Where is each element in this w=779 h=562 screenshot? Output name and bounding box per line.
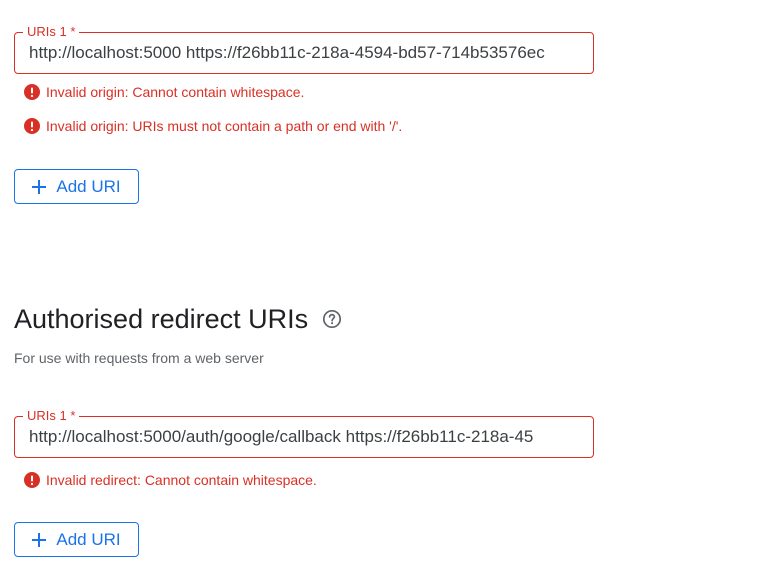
section-title: Authorised redirect URIs [14, 303, 309, 334]
origin-uri-field[interactable]: URIs 1 * http://localhost:5000 https://f… [14, 24, 594, 74]
redirect-error-text: Invalid redirect: Cannot contain whitesp… [46, 472, 317, 488]
add-uri-label: Add URI [56, 529, 121, 549]
oauth-client-uris-panel: URIs 1 * http://localhost:5000 https://f… [0, 0, 779, 562]
origin-error-path: Invalid origin: URIs must not contain a … [24, 116, 402, 136]
redirect-uri-input[interactable]: http://localhost:5000/auth/google/callba… [29, 417, 581, 457]
error-circle-icon [24, 84, 40, 100]
error-circle-icon [24, 472, 40, 488]
add-uri-label: Add URI [56, 176, 121, 196]
plus-icon [32, 179, 47, 194]
redirect-uris-heading: Authorised redirect URIs [14, 300, 342, 338]
error-circle-icon [24, 118, 40, 134]
section-description: For use with requests from a web server [14, 350, 264, 366]
origin-uri-input[interactable]: http://localhost:5000 https://f26bb11c-2… [29, 33, 581, 73]
plus-icon [32, 532, 47, 547]
origin-error-text: Invalid origin: URIs must not contain a … [46, 118, 403, 134]
redirect-error-whitespace: Invalid redirect: Cannot contain whitesp… [24, 470, 317, 490]
add-redirect-uri-button[interactable]: Add URI [14, 522, 139, 557]
origin-error-whitespace: Invalid origin: Cannot contain whitespac… [24, 82, 304, 102]
redirect-uri-field[interactable]: URIs 1 * http://localhost:5000/auth/goog… [14, 408, 594, 458]
origin-error-text: Invalid origin: Cannot contain whitespac… [46, 84, 305, 100]
add-origin-uri-button[interactable]: Add URI [14, 169, 139, 204]
help-circle-icon[interactable] [322, 309, 342, 329]
